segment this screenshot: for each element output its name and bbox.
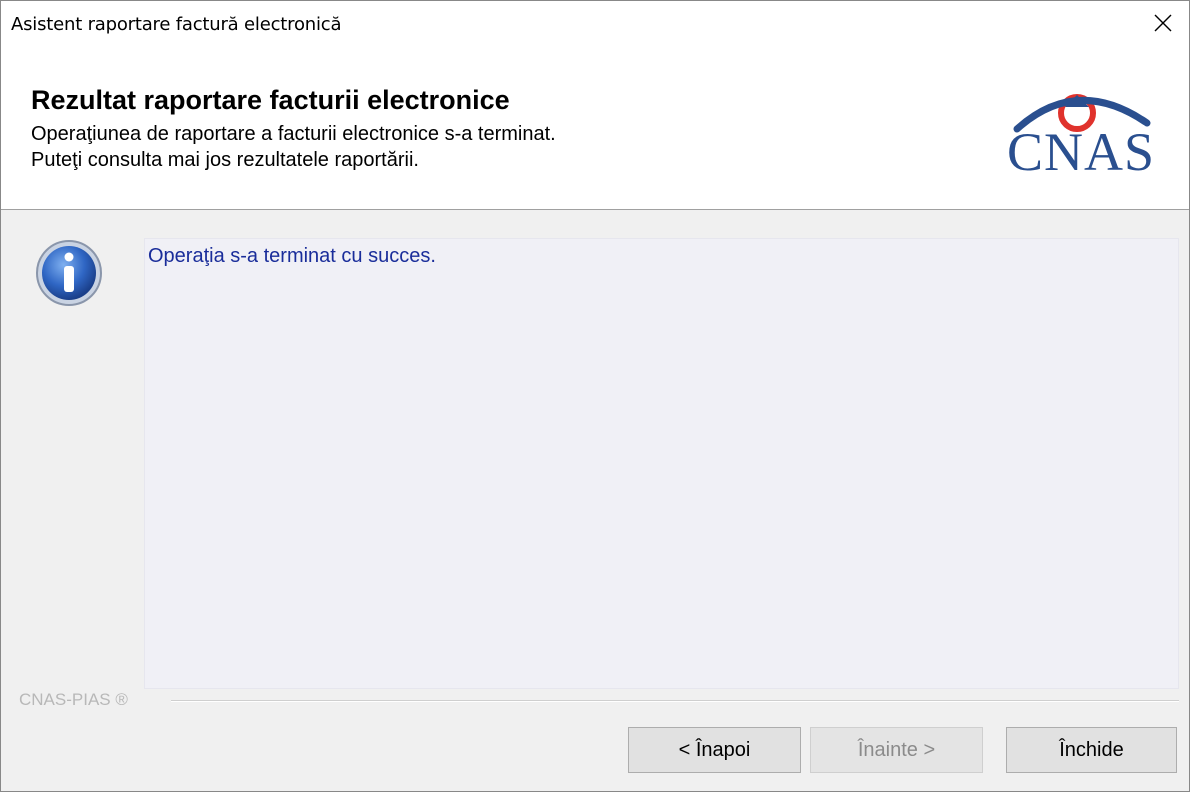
back-button[interactable]: < Înapoi [628, 727, 801, 773]
next-button[interactable]: Înainte > [810, 727, 983, 773]
close-window-button[interactable] [1137, 1, 1189, 45]
header-description-line2: Puteţi consulta mai jos rezultatele rapo… [31, 149, 419, 171]
cnas-logo: CNAS [997, 79, 1173, 187]
info-icon [36, 240, 102, 306]
cnas-logo-text: CNAS [1007, 122, 1156, 182]
header-description-line1: Operaţiunea de raportare a facturii elec… [31, 123, 556, 145]
close-button[interactable]: Închide [1006, 727, 1177, 773]
brand-label: CNAS-PIAS ® [19, 690, 134, 710]
wizard-window: Asistent raportare factură electronică R… [0, 0, 1190, 792]
wizard-header: Rezultat raportare facturii electronice … [1, 45, 1189, 209]
wizard-body: Operaţia s-a terminat cu succes. CNAS-PI… [1, 209, 1189, 791]
title-bar: Asistent raportare factură electronică [1, 1, 1189, 45]
brand-row: CNAS-PIAS ® [1, 690, 1189, 712]
window-title: Asistent raportare factură electronică [11, 14, 342, 35]
brand-divider [171, 700, 1179, 702]
result-message: Operaţia s-a terminat cu succes. [148, 245, 436, 267]
header-title: Rezultat raportare facturii electronice [31, 85, 510, 115]
result-panel: Operaţia s-a terminat cu succes. [144, 238, 1179, 689]
close-icon [1154, 14, 1172, 32]
